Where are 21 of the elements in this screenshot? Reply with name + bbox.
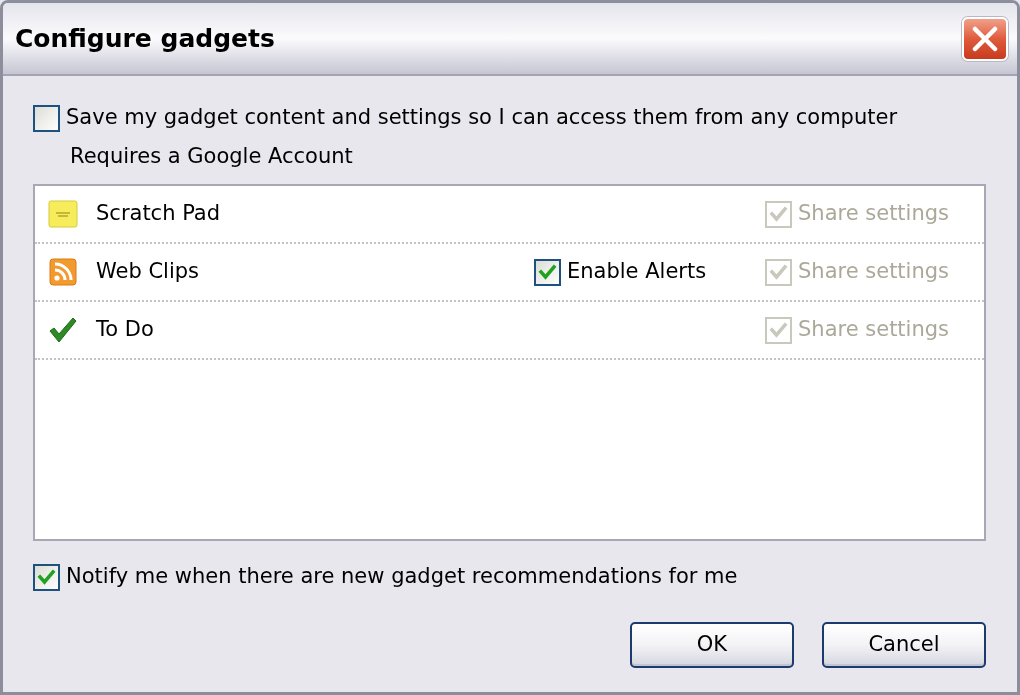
rss-icon (49, 258, 77, 286)
checkmark-icon (49, 317, 77, 343)
checkbox[interactable] (33, 563, 60, 591)
checkbox[interactable] (33, 104, 60, 132)
window-title: Configure gadgets (15, 22, 275, 55)
checkbox[interactable] (534, 258, 561, 286)
checkbox-label: Share settings (798, 200, 950, 228)
checkbox-label[interactable]: Notify me when there are new gadget recommendations for me (66, 561, 738, 593)
checkbox-label[interactable]: Enable Alerts (567, 256, 707, 288)
close-button[interactable] (962, 16, 1008, 61)
checkbox-label: Share settings (798, 316, 950, 344)
checkbox-label[interactable]: Save my gadget content and settings so I can access them from any computer (66, 102, 898, 134)
checkbox-label: Share settings (798, 258, 950, 286)
ok-button[interactable]: OK (630, 622, 794, 668)
close-icon (972, 25, 998, 52)
gadget-name: Scratch Pad (96, 200, 222, 228)
note-text: Requires a Google Account (70, 143, 353, 171)
gadget-name: To Do (96, 316, 155, 344)
gadget-name: Web Clips (96, 258, 201, 286)
cancel-button[interactable]: Cancel (822, 622, 986, 668)
sticky-note-icon (48, 200, 78, 228)
